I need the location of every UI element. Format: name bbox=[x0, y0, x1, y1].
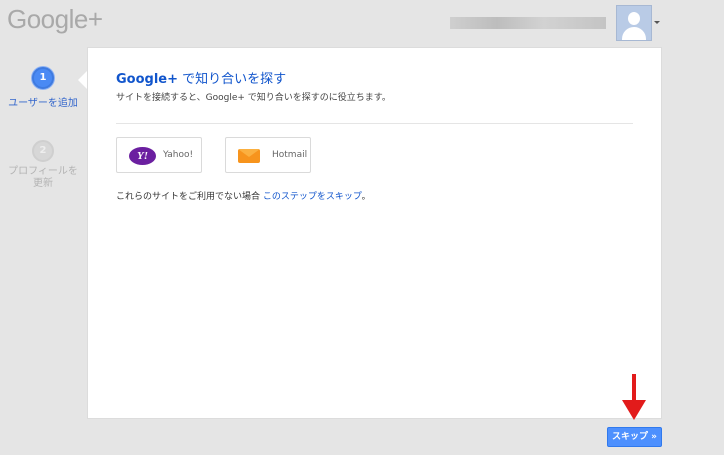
hotmail-envelope-icon bbox=[238, 149, 260, 163]
google-plus-logo[interactable]: Google+ bbox=[7, 4, 103, 35]
skip-button[interactable]: スキップ » bbox=[607, 427, 662, 447]
provider-label: Yahoo! bbox=[163, 150, 194, 160]
skip-hint-text: これらのサイトをご利用でない場合 bbox=[116, 192, 261, 202]
step-label: ユーザーを追加 bbox=[8, 98, 78, 109]
step-number: 2 bbox=[32, 140, 54, 162]
provider-label: Hotmail bbox=[272, 150, 308, 160]
chevron-down-icon[interactable] bbox=[654, 21, 660, 24]
connect-yahoo-button[interactable]: Y! Yahoo! bbox=[116, 137, 202, 173]
skip-hint-suffix: 。 bbox=[361, 192, 371, 202]
skip-hint: これらのサイトをご利用でない場合 このステップをスキップ。 bbox=[116, 189, 371, 202]
account-avatar[interactable] bbox=[616, 5, 652, 41]
card-title: Google+ で知り合いを探す bbox=[116, 68, 286, 87]
step-number: 1 bbox=[32, 67, 54, 89]
avatar-head-shape bbox=[628, 12, 640, 25]
yahoo-logo-icon: Y! bbox=[129, 147, 156, 165]
title-text: で知り合いを探す bbox=[178, 72, 287, 87]
find-people-card: Google+ で知り合いを探す サイトを接続すると、Google+ で知り合い… bbox=[87, 47, 662, 419]
skip-step-link[interactable]: このステップをスキップ bbox=[263, 192, 362, 202]
step-add-people: 1 ユーザーを追加 bbox=[8, 67, 78, 109]
account-email-redacted[interactable] bbox=[450, 17, 606, 29]
red-arrow-annotation-icon bbox=[622, 374, 646, 420]
avatar-body-shape bbox=[622, 27, 646, 40]
connect-hotmail-button[interactable]: Hotmail bbox=[225, 137, 311, 173]
divider bbox=[116, 123, 633, 124]
step-label: プロフィールを更新 bbox=[8, 166, 78, 189]
title-brand: Google+ bbox=[116, 72, 179, 87]
card-subtitle: サイトを接続すると、Google+ で知り合いを探すのに役立ちます。 bbox=[116, 93, 391, 103]
step-update-profile: 2 プロフィールを更新 bbox=[8, 140, 78, 190]
